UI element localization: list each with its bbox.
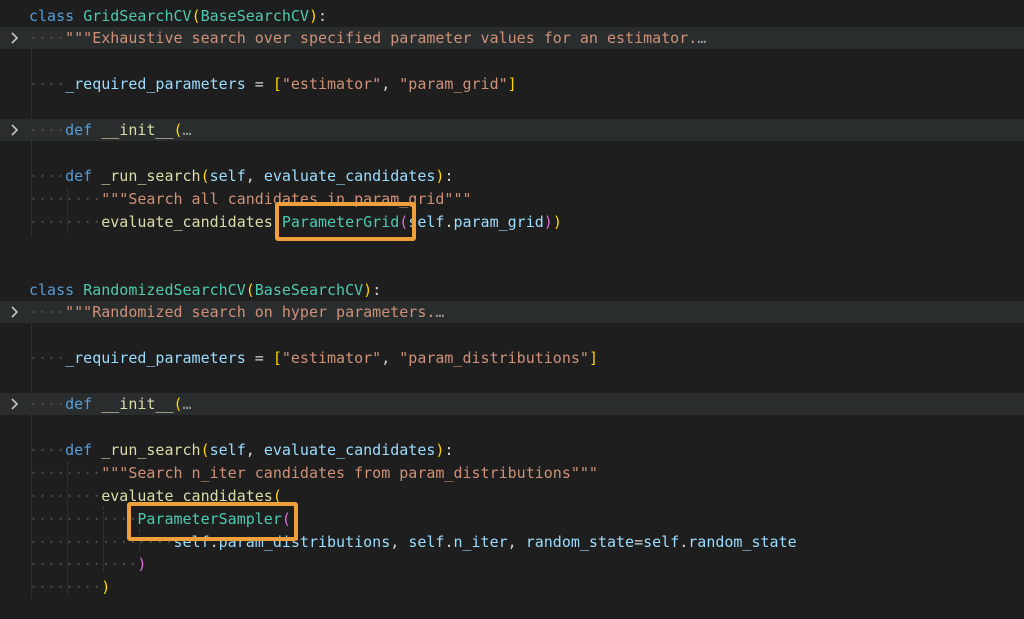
chevron-right-icon[interactable]	[7, 27, 23, 49]
base-class-name: BaseSearchCV	[200, 7, 309, 25]
code-line[interactable]: ········"""Search all candidates in para…	[0, 188, 1024, 210]
code-line[interactable]: ········evaluate_candidates(	[0, 485, 1024, 507]
class-name: GridSearchCV	[83, 7, 192, 25]
string-literal: "param_distributions"	[399, 349, 589, 367]
code-line[interactable]: ····def _run_search(self, evaluate_candi…	[0, 439, 1024, 461]
variable: self	[408, 533, 445, 551]
class-reference: ParameterGrid	[281, 213, 400, 231]
class-reference: ParameterSampler	[137, 510, 282, 528]
string-literal: "estimator"	[281, 75, 382, 93]
variable: self	[643, 533, 680, 551]
code-line[interactable]: ····_required_parameters = ["estimator",…	[0, 73, 1024, 95]
code-line[interactable]: ········"""Search n_iter candidates from…	[0, 462, 1024, 484]
chevron-right-icon[interactable]	[7, 393, 23, 415]
attribute: param_grid	[453, 213, 544, 231]
function-name: _run_search	[101, 167, 201, 185]
variable: self	[408, 213, 445, 231]
code-line[interactable]: class GridSearchCV(BaseSearchCV):	[0, 5, 1024, 27]
keyword-def: def	[65, 167, 93, 185]
parameter: self	[209, 167, 246, 185]
fold-ellipsis[interactable]: …	[697, 29, 706, 47]
code-line[interactable]: ················self.param_distributions…	[0, 531, 1024, 553]
class-name: RandomizedSearchCV	[83, 281, 246, 299]
keyword-def: def	[65, 121, 93, 139]
code-line[interactable]: ········evaluate_candidates(ParameterGri…	[0, 211, 1024, 233]
code-line[interactable]: ····def _run_search(self, evaluate_candi…	[0, 165, 1024, 187]
parameter: self	[209, 441, 246, 459]
parameter: evaluate_candidates	[263, 441, 436, 459]
folded-code-line[interactable]: ····"""Randomized search on hyper parame…	[0, 301, 1024, 323]
string-literal: "param_grid"	[399, 75, 508, 93]
folded-code-line[interactable]: ····def __init__(…	[0, 119, 1024, 141]
folded-code-line[interactable]: ····"""Exhaustive search over specified …	[0, 27, 1024, 49]
attribute: n_iter	[453, 533, 508, 551]
chevron-right-icon[interactable]	[7, 119, 23, 141]
keyword-class: class	[29, 7, 75, 25]
attribute-name: _required_parameters	[65, 349, 246, 367]
fold-ellipsis[interactable]: …	[183, 121, 192, 139]
fold-ellipsis[interactable]: …	[183, 395, 192, 413]
code-line[interactable]: ········)	[0, 576, 1024, 598]
keyword-argument: random_state	[525, 533, 635, 551]
chevron-right-icon[interactable]	[7, 301, 23, 323]
docstring: """Exhaustive search over specified para…	[65, 29, 698, 47]
parameter: evaluate_candidates	[263, 167, 436, 185]
attribute: param_distributions	[218, 533, 391, 551]
function-call: evaluate_candidates	[101, 487, 273, 505]
variable: self	[173, 533, 210, 551]
attribute-name: _required_parameters	[65, 75, 246, 93]
docstring: """Randomized search on hyper parameters…	[65, 303, 436, 321]
function-call: evaluate_candidates	[101, 213, 273, 231]
docstring: """Search all candidates in param_grid""…	[101, 190, 472, 208]
attribute: random_state	[688, 533, 797, 551]
code-editor[interactable]: class GridSearchCV(BaseSearchCV): ····""…	[0, 0, 1024, 619]
function-name: __init__	[101, 395, 174, 413]
keyword-def: def	[65, 395, 93, 413]
string-literal: "estimator"	[281, 349, 382, 367]
code-line[interactable]: ····_required_parameters = ["estimator",…	[0, 347, 1024, 369]
code-line[interactable]: class RandomizedSearchCV(BaseSearchCV):	[0, 279, 1024, 301]
keyword-def: def	[65, 441, 93, 459]
folded-code-line[interactable]: ····def __init__(…	[0, 393, 1024, 415]
keyword-class: class	[29, 281, 75, 299]
fold-ellipsis[interactable]: …	[435, 303, 444, 321]
function-name: __init__	[101, 121, 174, 139]
code-line[interactable]: ············)	[0, 553, 1024, 575]
code-line[interactable]: ············ParameterSampler(	[0, 508, 1024, 530]
docstring: """Search n_iter candidates from param_d…	[101, 464, 598, 482]
function-name: _run_search	[101, 441, 201, 459]
base-class-name: BaseSearchCV	[254, 281, 364, 299]
